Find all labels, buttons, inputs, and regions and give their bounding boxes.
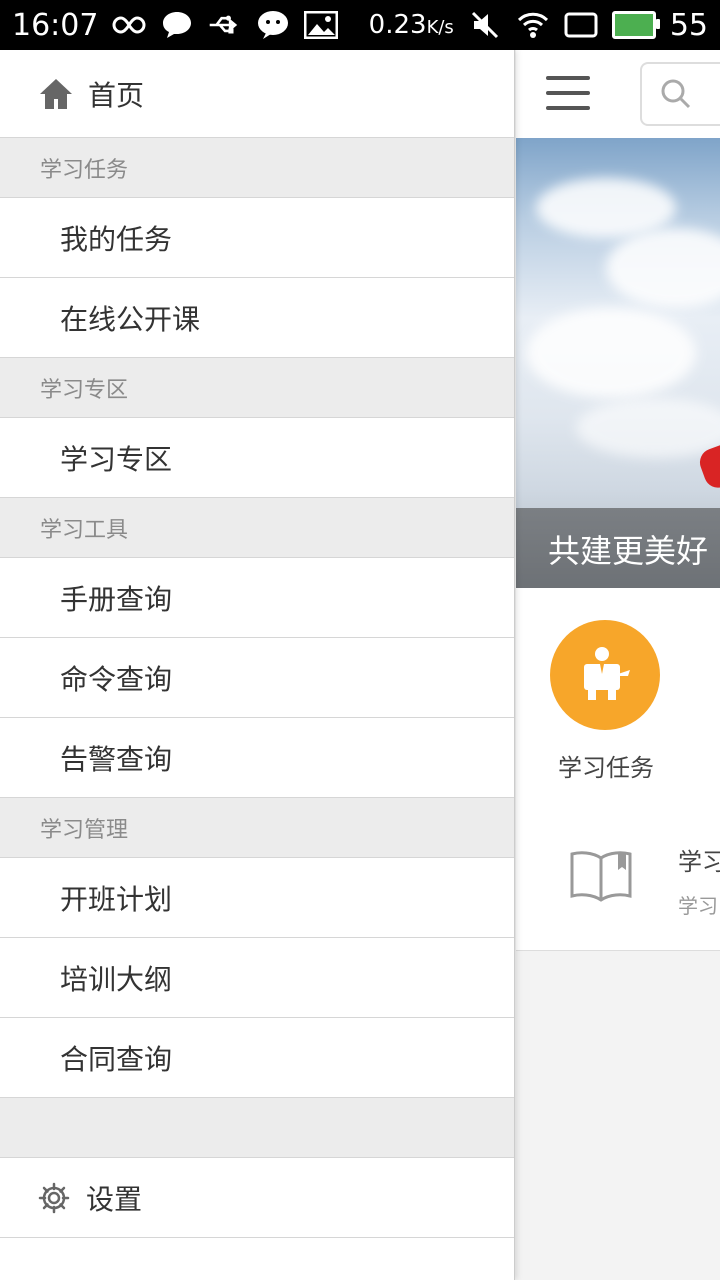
drawer-item-home-label: 首页 — [88, 78, 145, 112]
drawer-item-command-query[interactable]: 命令查询 — [0, 638, 514, 718]
list-item[interactable]: 学习 学习 — [516, 810, 720, 951]
banner-caption: 共建更美好 — [516, 508, 720, 588]
book-icon — [570, 851, 632, 902]
drawer-item-class-plan[interactable]: 开班计划 — [0, 858, 514, 938]
search-input[interactable] — [640, 62, 720, 126]
home-icon — [40, 78, 72, 109]
quick-entry-panel: 学习任务 — [516, 588, 720, 811]
usb-icon — [208, 8, 242, 42]
drawer-item-alarm-query[interactable]: 告警查询 — [0, 718, 514, 798]
wechat-icon — [256, 8, 290, 42]
section-header-tools: 学习工具 — [0, 498, 514, 558]
search-icon — [661, 79, 691, 109]
drawer-item-label: 开班计划 — [60, 882, 173, 916]
screen-icon — [564, 8, 598, 42]
drawer-item-contract-query[interactable]: 合同查询 — [0, 1018, 514, 1098]
image-icon — [304, 8, 339, 42]
drawer-item-label: 我的任务 — [60, 222, 173, 256]
learning-task-label: 学习任务 — [558, 754, 654, 782]
drawer-item-label: 告警查询 — [60, 742, 173, 776]
drawer-item-manual-query[interactable]: 手册查询 — [0, 558, 514, 638]
list-item-subtitle: 学习 — [678, 894, 718, 918]
section-title: 学习专区 — [40, 377, 129, 403]
main-header — [516, 50, 720, 139]
drawer-item-training-outline[interactable]: 培训大纲 — [0, 938, 514, 1018]
section-header-zone: 学习专区 — [0, 358, 514, 418]
section-title: 学习任务 — [40, 157, 129, 183]
hamburger-menu-icon[interactable] — [546, 76, 590, 110]
battery-level: 55 — [669, 7, 708, 43]
teacher-icon — [584, 647, 630, 700]
mute-icon — [468, 8, 502, 42]
drawer-item-settings-label: 设置 — [86, 1182, 143, 1216]
banner-caption-text: 共建更美好 — [548, 532, 709, 570]
list-item-title: 学习 — [678, 848, 720, 876]
drawer-item-label: 手册查询 — [60, 582, 173, 616]
net-speed: 0.23 — [368, 10, 427, 40]
drawer-item-home[interactable]: 首页 — [0, 50, 514, 138]
drawer-divider — [0, 1098, 514, 1158]
infinity-icon — [112, 8, 146, 42]
status-time: 16:07 — [12, 7, 99, 43]
drawer-item-label: 培训大纲 — [60, 962, 173, 996]
section-header-tasks: 学习任务 — [0, 138, 514, 198]
drawer-item-label: 学习专区 — [60, 442, 173, 476]
drawer-item-learning-zone[interactable]: 学习专区 — [0, 418, 514, 498]
drawer-item-label: 命令查询 — [60, 662, 173, 696]
drawer-item-label: 在线公开课 — [60, 302, 201, 336]
drawer-item-open-course[interactable]: 在线公开课 — [0, 278, 514, 358]
banner-image[interactable]: 共建更美好 — [516, 138, 720, 588]
drawer-item-settings[interactable]: 设置 — [0, 1158, 514, 1238]
section-header-management: 学习管理 — [0, 798, 514, 858]
main-content: 共建更美好 学习任务 学习 学习 — [516, 50, 720, 1280]
wifi-icon — [516, 8, 550, 42]
drawer-item-my-tasks[interactable]: 我的任务 — [0, 198, 514, 278]
section-title: 学习管理 — [40, 817, 129, 843]
battery-icon — [611, 11, 660, 39]
status-bar: 16:07 0.23K/s 55 — [0, 0, 720, 50]
chat-bubble-icon — [160, 8, 194, 42]
net-speed-unit: K/s — [426, 17, 454, 38]
section-title: 学习工具 — [40, 517, 129, 543]
gear-icon — [38, 1182, 70, 1213]
learning-task-button[interactable] — [550, 620, 660, 730]
navigation-drawer: 首页 学习任务 我的任务 在线公开课 学习专区 学习专区 学习工具 手册查询 命… — [0, 50, 515, 1280]
drawer-item-label: 合同查询 — [60, 1042, 173, 1076]
